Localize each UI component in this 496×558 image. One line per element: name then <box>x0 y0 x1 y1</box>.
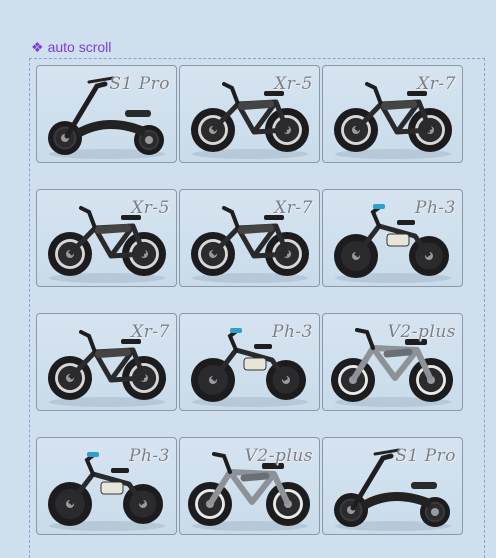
product-label: Xr-7 <box>131 322 170 342</box>
product-label: V2-plus <box>387 322 456 342</box>
product-label: Xr-5 <box>274 74 313 94</box>
product-label: Xr-5 <box>131 198 170 218</box>
product-card[interactable]: Xr-7 <box>179 189 320 287</box>
product-label: S1 Pro <box>109 74 170 94</box>
product-card[interactable]: Xr-7 <box>36 313 177 411</box>
product-card[interactable]: S1 Pro <box>322 437 463 535</box>
auto-scroll-toggle[interactable]: ❖ auto scroll <box>31 39 111 55</box>
product-card[interactable]: Xr-5 <box>36 189 177 287</box>
product-label: Ph-3 <box>415 198 456 218</box>
product-label: Ph-3 <box>129 446 170 466</box>
product-label: Ph-3 <box>272 322 313 342</box>
product-label: S1 Pro <box>395 446 456 466</box>
product-card[interactable]: Ph-3 <box>179 313 320 411</box>
product-card[interactable]: S1 Pro <box>36 65 177 163</box>
product-label: Xr-7 <box>417 74 456 94</box>
product-card[interactable]: V2-plus <box>179 437 320 535</box>
product-card[interactable]: Ph-3 <box>322 189 463 287</box>
product-grid: S1 Pro Xr-5 Xr-7 Xr-5 Xr-7 Ph-3 Xr-7 Ph-… <box>36 65 463 535</box>
product-card[interactable]: V2-plus <box>322 313 463 411</box>
product-card[interactable]: Xr-5 <box>179 65 320 163</box>
product-label: V2-plus <box>244 446 313 466</box>
product-card[interactable]: Xr-7 <box>322 65 463 163</box>
auto-scroll-label: auto scroll <box>47 39 112 55</box>
diamond-cluster-icon: ❖ <box>31 39 44 55</box>
product-label: Xr-7 <box>274 198 313 218</box>
product-card[interactable]: Ph-3 <box>36 437 177 535</box>
